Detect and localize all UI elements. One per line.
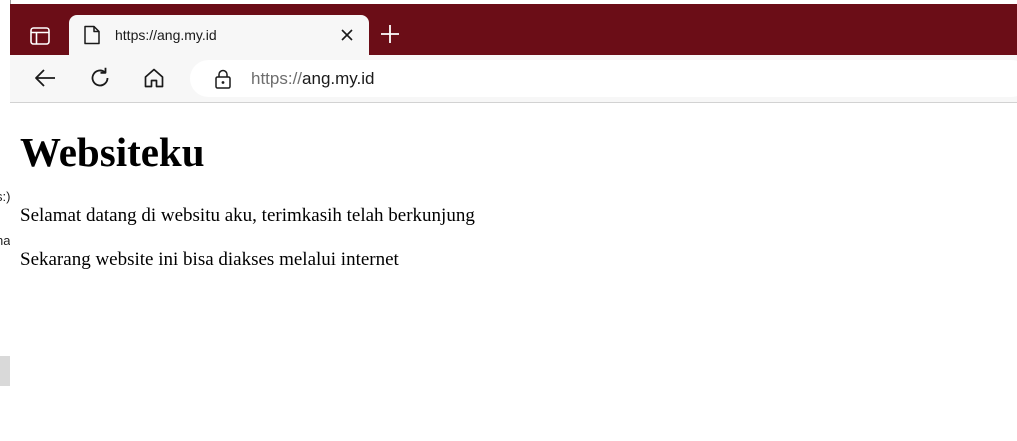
url-host: ang.my.id	[302, 69, 375, 88]
url-text[interactable]: https://ang.my.id	[251, 69, 374, 89]
page-paragraph: Selamat datang di websitu aku, terimkasi…	[20, 205, 475, 226]
page-paragraph: Sekarang website ini bisa diakses melalu…	[20, 249, 399, 270]
background-window-text: s:)	[0, 189, 11, 204]
tab-actions-button[interactable]	[20, 18, 60, 54]
lock-icon[interactable]	[214, 69, 232, 89]
tab-strip: https://ang.my.id	[10, 4, 1017, 55]
page-heading: Websiteku	[20, 129, 205, 175]
tab-active[interactable]: https://ang.my.id	[69, 15, 369, 55]
refresh-button[interactable]	[87, 65, 113, 91]
screen: s:) na https://ang.my.id	[0, 0, 1017, 441]
back-arrow-icon	[35, 69, 55, 87]
close-icon[interactable]	[339, 27, 355, 43]
refresh-icon	[91, 67, 109, 87]
background-window-text: na	[0, 233, 11, 248]
address-bar[interactable]: https://ang.my.id	[190, 60, 1017, 97]
tab-actions-icon	[30, 27, 50, 45]
page-content: Websiteku Selamat datang di websitu aku,…	[10, 103, 1017, 441]
url-scheme: https://	[251, 69, 303, 88]
page-icon	[84, 25, 100, 45]
browser-window: https://ang.my.id https://ang.my.id Webs…	[10, 4, 1017, 441]
background-window-scrollbar	[0, 356, 10, 386]
home-button[interactable]	[141, 65, 167, 91]
home-icon	[144, 68, 164, 88]
back-button[interactable]	[32, 65, 58, 91]
tab-title: https://ang.my.id	[115, 27, 217, 43]
navigation-toolbar: https://ang.my.id	[10, 55, 1017, 103]
new-tab-button[interactable]	[378, 22, 402, 46]
